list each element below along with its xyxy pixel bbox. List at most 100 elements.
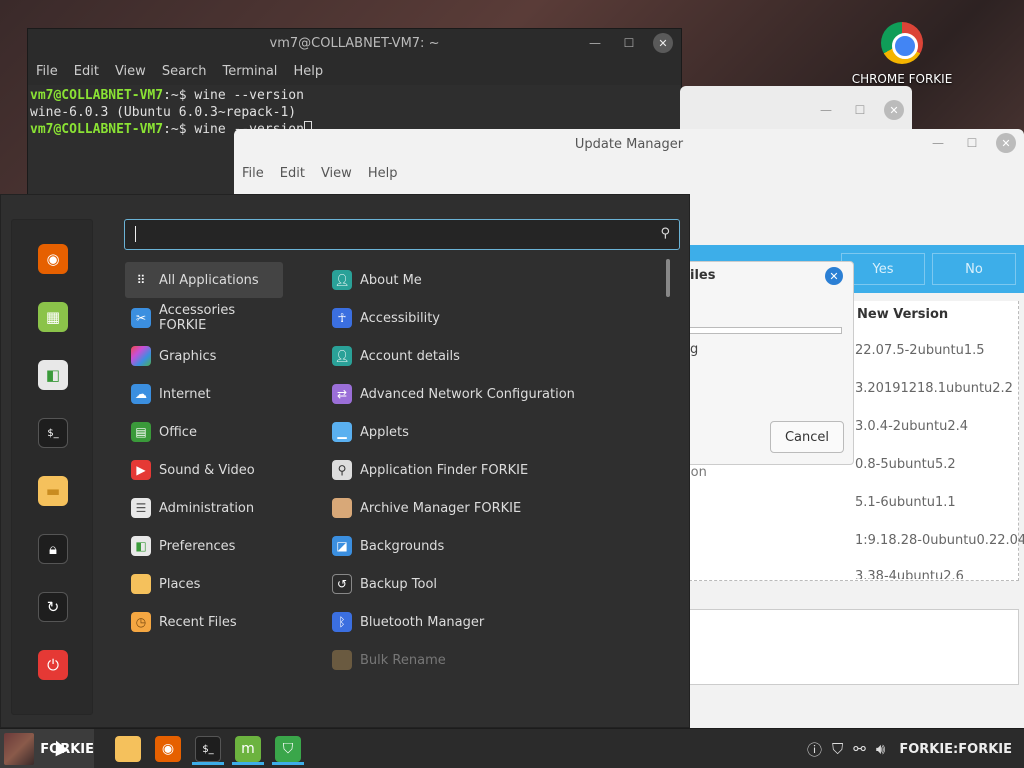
category-internet[interactable]: ☁ Internet [125,376,283,412]
category-preferences[interactable]: ◧ Preferences [125,528,283,564]
app-label: Backup Tool [360,576,438,592]
close-button[interactable]: ✕ [884,100,904,120]
app-label: Application Finder FORKIE [360,462,529,478]
progress-bar [682,327,842,334]
backup-icon: ↺ [332,574,352,594]
firefox-icon[interactable]: ◉ [38,244,68,274]
table-row-version[interactable]: 3.0.4-2ubuntu2.4 [855,419,968,434]
menu-help[interactable]: Help [368,166,408,181]
taskbar-firefox[interactable]: ◉ [152,733,184,765]
category-places[interactable]: Places [125,566,283,602]
description-pane [689,609,1019,685]
category-label: Accessories FORKIE [159,303,236,333]
cancel-button[interactable]: Cancel [770,421,844,453]
menu-view[interactable]: View [321,166,362,181]
table-row-version[interactable]: 22.07.5-2ubuntu1.5 [855,343,985,358]
folder-icon[interactable]: ▬ [38,476,68,506]
category-graphics[interactable]: Graphics [125,338,283,374]
chrome-desktop-shortcut[interactable]: CHROME FORKIE [846,22,958,86]
maximize-button[interactable]: ☐ [850,100,870,120]
menu-icon [4,733,35,765]
no-button[interactable]: No [932,253,1016,285]
dialog-close-icon[interactable]: ✕ [825,267,843,285]
backgrounds-icon: ◪ [332,536,352,556]
minimize-button[interactable]: — [585,33,605,53]
app-account-details[interactable]: 👤︎ Account details [327,338,657,374]
app-applets[interactable]: ▁ Applets [327,414,657,450]
update-manager-titlebar[interactable]: Update Manager — ☐ ✕ [234,129,1024,159]
category-recent-files[interactable]: ◷ Recent Files [125,604,283,640]
close-button[interactable]: ✕ [996,133,1016,153]
app-backup-tool[interactable]: ↺ Backup Tool [327,566,657,602]
lock-icon[interactable]: 🔒︎ [38,534,68,564]
volume-icon[interactable]: 🔊︎ [876,740,885,758]
menu-edit[interactable]: Edit [280,166,315,181]
app-bulk-rename[interactable]: Bulk Rename [327,642,657,678]
start-menu-button[interactable]: FORKIE [0,729,94,768]
app-archive-manager[interactable]: Archive Manager FORKIE [327,490,657,526]
power-icon[interactable]: ⏻ [38,650,68,680]
taskbar-update-manager[interactable]: m [232,733,264,765]
table-row-version[interactable]: 0.8-5ubuntu5.2 [855,457,956,472]
text-cursor [135,226,136,242]
table-row-version[interactable]: 3.20191218.1ubuntu2.2 [855,381,1013,396]
app-advanced-network-configuration[interactable]: ⇄ Advanced Network Configuration [327,376,657,412]
terminal-titlebar[interactable]: vm7@COLLABNET-VM7: ~ — ☐ ✕ [28,29,681,57]
table-row-version[interactable]: 5.1-6ubuntu1.1 [855,495,956,510]
category-office[interactable]: ▤ Office [125,414,283,450]
app-backgrounds[interactable]: ◪ Backgrounds [327,528,657,564]
software-manager-icon[interactable]: ▦ [38,302,68,332]
app-bluetooth-manager[interactable]: ᛒ Bluetooth Manager [327,604,657,640]
taskbar-shield[interactable]: ⛉ [272,733,304,765]
menu-file[interactable]: File [242,166,274,181]
menu-view[interactable]: View [115,64,156,79]
category-administration[interactable]: ☰ Administration [125,490,283,526]
apps-scrollbar[interactable] [666,259,670,297]
app-label: Archive Manager FORKIE [360,500,522,516]
terminal-line: wine-6.0.3 (Ubuntu 6.0.3~repack-1) [30,105,297,120]
chrome-icon [881,22,923,64]
app-about-me[interactable]: 👤︎ About Me [327,262,657,298]
menu-help[interactable]: Help [293,64,333,79]
table-row-version[interactable]: 3.38-4ubuntu2.6 [855,569,964,579]
minimize-button[interactable]: — [928,133,948,153]
taskbar-terminal[interactable]: $_ [192,733,224,765]
scissors-icon: ✂ [131,308,151,328]
terminal-icon[interactable]: $_ [38,418,68,448]
magnifier-icon: ⚲ [332,460,352,480]
shield-tray-icon[interactable]: ⛉ [832,740,843,758]
grid-icon: ⠿ [131,270,151,290]
app-label: Advanced Network Configuration [360,386,575,402]
category-label: Sound & Video [159,462,255,478]
column-header-new-version[interactable]: New Version [857,307,948,322]
app-accessibility[interactable]: ☥ Accessibility [327,300,657,336]
category-all-applications[interactable]: ⠿ All Applications [125,262,283,298]
network-icon[interactable]: ⚯ [853,740,866,758]
menu-edit[interactable]: Edit [74,64,109,79]
category-accessories[interactable]: ✂ Accessories FORKIE [125,300,283,336]
app-application-finder[interactable]: ⚲ Application Finder FORKIE [327,452,657,488]
maximize-button[interactable]: ☐ [619,33,639,53]
user-label[interactable]: FORKIE:FORKIE [899,742,1012,757]
logout-icon[interactable]: ↻ [38,592,68,622]
table-row-version[interactable]: 1:9.18.28-0ubuntu0.22.04. [855,533,1024,548]
menu-file[interactable]: File [36,64,68,79]
update-manager-title: Update Manager [574,136,684,152]
category-label: All Applications [159,272,259,288]
admin-icon: ☰ [131,498,151,518]
maximize-button[interactable]: ☐ [962,133,982,153]
menu-search[interactable]: Search [162,64,217,79]
settings-toggle-icon[interactable]: ◧ [38,360,68,390]
close-button[interactable]: ✕ [653,33,673,53]
terminal-menubar: File Edit View Search Terminal Help [28,57,681,85]
active-window-indicator [272,762,304,765]
notification-icon[interactable]: ⓘ [807,739,822,760]
category-sound-video[interactable]: ▶ Sound & Video [125,452,283,488]
shield-icon: ⛉ [275,736,301,762]
menu-terminal[interactable]: Terminal [222,64,287,79]
dialog-status-text: g [690,342,699,357]
taskbar-files[interactable] [112,733,144,765]
search-input[interactable]: ⚲ [124,219,680,250]
category-label: Internet [159,386,211,402]
minimize-button[interactable]: — [816,100,836,120]
